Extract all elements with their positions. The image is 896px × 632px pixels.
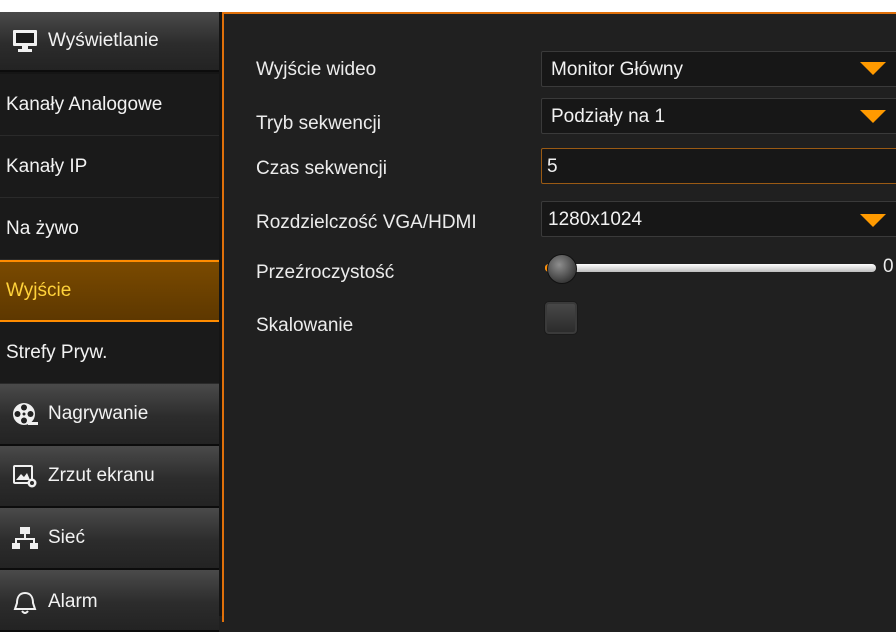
- monitor-icon: [12, 29, 38, 53]
- sidebar-item-label: Kanały Analogowe: [6, 93, 163, 115]
- snapshot-icon: [12, 464, 38, 488]
- sidebar-item-privacy-zones[interactable]: Strefy Pryw.: [0, 322, 219, 384]
- sidebar-item-output[interactable]: Wyjście: [0, 260, 219, 322]
- sidebar-item-ip-channels[interactable]: Kanały IP: [0, 136, 219, 198]
- scaling-label: Skalowanie: [256, 315, 354, 336]
- sidebar-category-snapshot[interactable]: Zrzut ekranu: [0, 446, 219, 508]
- sidebar-item-label: Sieć: [48, 527, 85, 548]
- top-strip: [0, 0, 896, 12]
- video-output-value: Monitor Główny: [551, 59, 683, 80]
- sidebar-item-label: Na żywo: [6, 217, 79, 239]
- sidebar-item-label: Zrzut ekranu: [48, 465, 155, 486]
- sidebar-category-recording[interactable]: Nagrywanie: [0, 384, 219, 446]
- settings-sidebar: Wyświetlanie Kanały Analogowe Kanały IP …: [0, 12, 222, 632]
- sequence-time-input[interactable]: 5: [541, 148, 896, 184]
- sequence-mode-label: Tryb sekwencji: [256, 113, 381, 134]
- transparency-label: Przeźroczystość: [256, 262, 395, 283]
- sequence-time-value: 5: [547, 156, 558, 177]
- video-output-dropdown[interactable]: Monitor Główny: [541, 51, 896, 87]
- sequence-mode-value: Podziały na 1: [551, 106, 666, 127]
- sidebar-item-label: Alarm: [48, 591, 98, 612]
- resolution-dropdown-arrow-icon[interactable]: [860, 214, 886, 227]
- resolution-label: Rozdzielczość VGA/HDMI: [256, 212, 477, 233]
- resolution-value: 1280x1024: [548, 209, 643, 230]
- film-reel-icon: [12, 402, 38, 426]
- sidebar-item-label: Nagrywanie: [48, 403, 149, 424]
- scaling-checkbox[interactable]: [544, 301, 578, 335]
- sequence-mode-dropdown-arrow-icon[interactable]: [860, 110, 886, 123]
- alarm-bell-icon: [12, 591, 38, 615]
- network-icon: [12, 526, 38, 550]
- resolution-dropdown[interactable]: 1280x1024: [541, 201, 896, 237]
- sidebar-item-live[interactable]: Na żywo: [0, 198, 219, 260]
- video-output-dropdown-arrow-icon[interactable]: [860, 62, 886, 75]
- video-output-label: Wyjście wideo: [256, 59, 377, 80]
- sequence-mode-dropdown[interactable]: Podziały na 1: [541, 98, 896, 134]
- transparency-slider-track[interactable]: [545, 264, 876, 272]
- transparency-slider-thumb[interactable]: [547, 254, 577, 284]
- sidebar-item-label: Wyświetlanie: [48, 30, 159, 51]
- sequence-time-label: Czas sekwencji: [256, 158, 387, 179]
- sidebar-item-label: Strefy Pryw.: [6, 341, 108, 363]
- transparency-value: 0: [883, 256, 894, 277]
- sidebar-item-label: Kanały IP: [6, 155, 88, 177]
- sidebar-category-alarm[interactable]: Alarm: [0, 570, 219, 632]
- sidebar-item-analog-channels[interactable]: Kanały Analogowe: [0, 74, 219, 136]
- sidebar-item-label: Wyjście: [6, 280, 72, 301]
- sidebar-category-network[interactable]: Sieć: [0, 508, 219, 570]
- sidebar-category-display[interactable]: Wyświetlanie: [0, 12, 219, 72]
